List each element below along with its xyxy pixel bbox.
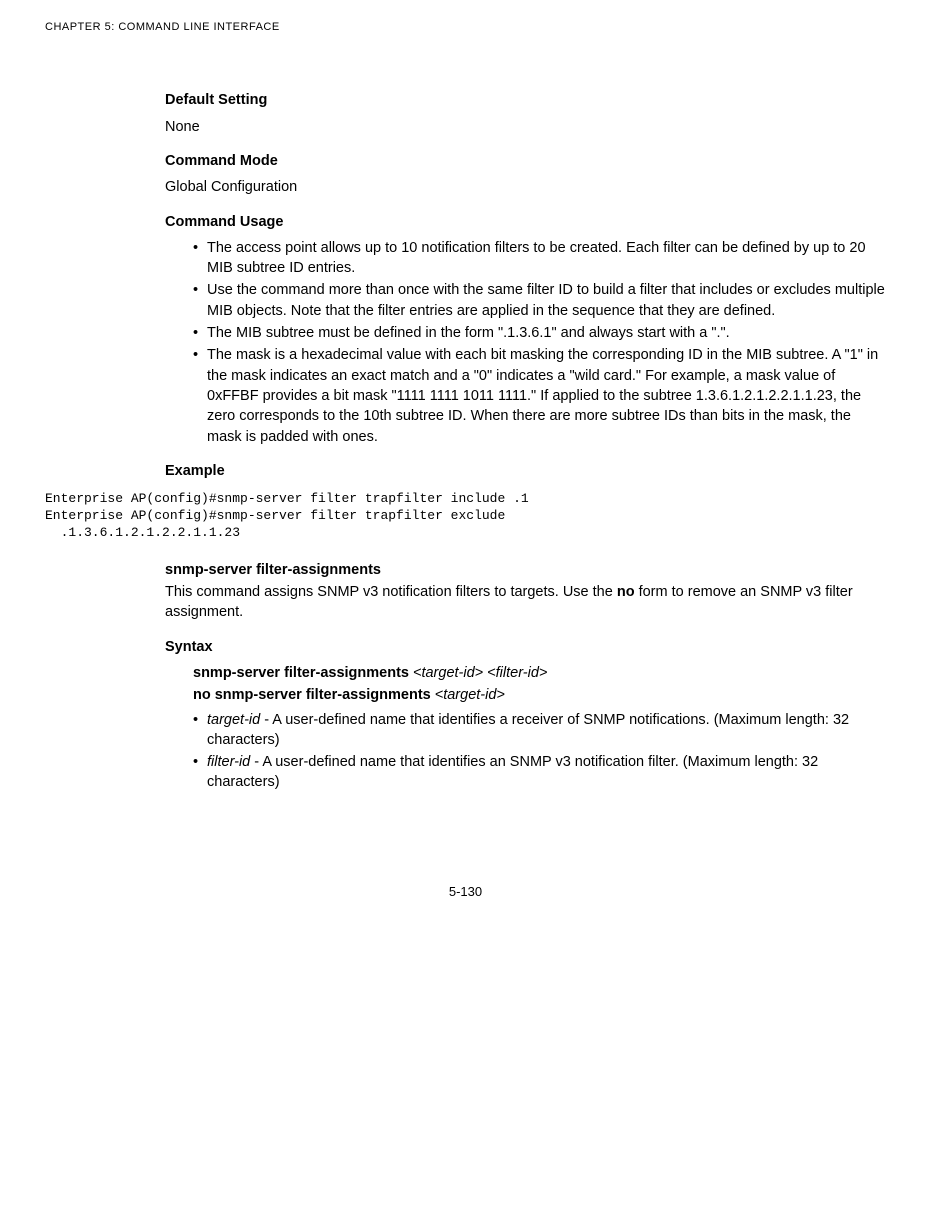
syntax-term: target-id [207, 712, 260, 728]
page-content: Default Setting None Command Mode Global… [165, 90, 886, 481]
filter-assignments-heading: snmp-server filter-assignments [165, 560, 886, 580]
syntax-term: filter-id [207, 754, 250, 770]
syntax-arg: <filter-id> [487, 665, 547, 681]
desc-bold: no [617, 584, 635, 600]
syntax-desc: - A user-defined name that identifies a … [207, 712, 849, 748]
syntax-line-1: snmp-server filter-assignments <target-i… [193, 663, 886, 683]
filter-assignments-desc: This command assigns SNMP v3 notificatio… [165, 582, 886, 623]
syntax-command: no snmp-server filter-assignments [193, 687, 431, 703]
default-setting-value: None [165, 117, 886, 137]
example-code: Enterprise AP(config)#snmp-server filter… [45, 491, 886, 542]
command-mode-heading: Command Mode [165, 151, 886, 171]
syntax-bullet-list: target-id - A user-defined name that ide… [165, 710, 886, 793]
command-usage-heading: Command Usage [165, 212, 886, 232]
syntax-line-2: no snmp-server filter-assignments <targe… [193, 685, 886, 705]
syntax-arg: <target-id> [435, 687, 505, 703]
desc-text: This command assigns SNMP v3 notificatio… [165, 584, 617, 600]
syntax-arg: <target-id> [413, 665, 483, 681]
usage-bullet: The MIB subtree must be defined in the f… [193, 323, 886, 343]
page-content-lower: snmp-server filter-assignments This comm… [165, 560, 886, 793]
page-header: CHAPTER 5: COMMAND LINE INTERFACE [45, 20, 886, 35]
syntax-bullet: filter-id - A user-defined name that ide… [193, 752, 886, 793]
example-heading: Example [165, 461, 886, 481]
chapter-label: CHAPTER 5: COMMAND LINE INTERFACE [45, 21, 280, 33]
usage-bullet: Use the command more than once with the … [193, 280, 886, 321]
default-setting-heading: Default Setting [165, 90, 886, 110]
command-usage-list: The access point allows up to 10 notific… [165, 238, 886, 447]
syntax-command: snmp-server filter-assignments [193, 665, 409, 681]
syntax-desc: - A user-defined name that identifies an… [207, 754, 818, 790]
syntax-bullet: target-id - A user-defined name that ide… [193, 710, 886, 751]
syntax-heading: Syntax [165, 637, 886, 657]
command-mode-value: Global Configuration [165, 177, 886, 197]
page-number: 5-130 [45, 883, 886, 901]
usage-bullet: The access point allows up to 10 notific… [193, 238, 886, 279]
usage-bullet: The mask is a hexadecimal value with eac… [193, 345, 886, 446]
